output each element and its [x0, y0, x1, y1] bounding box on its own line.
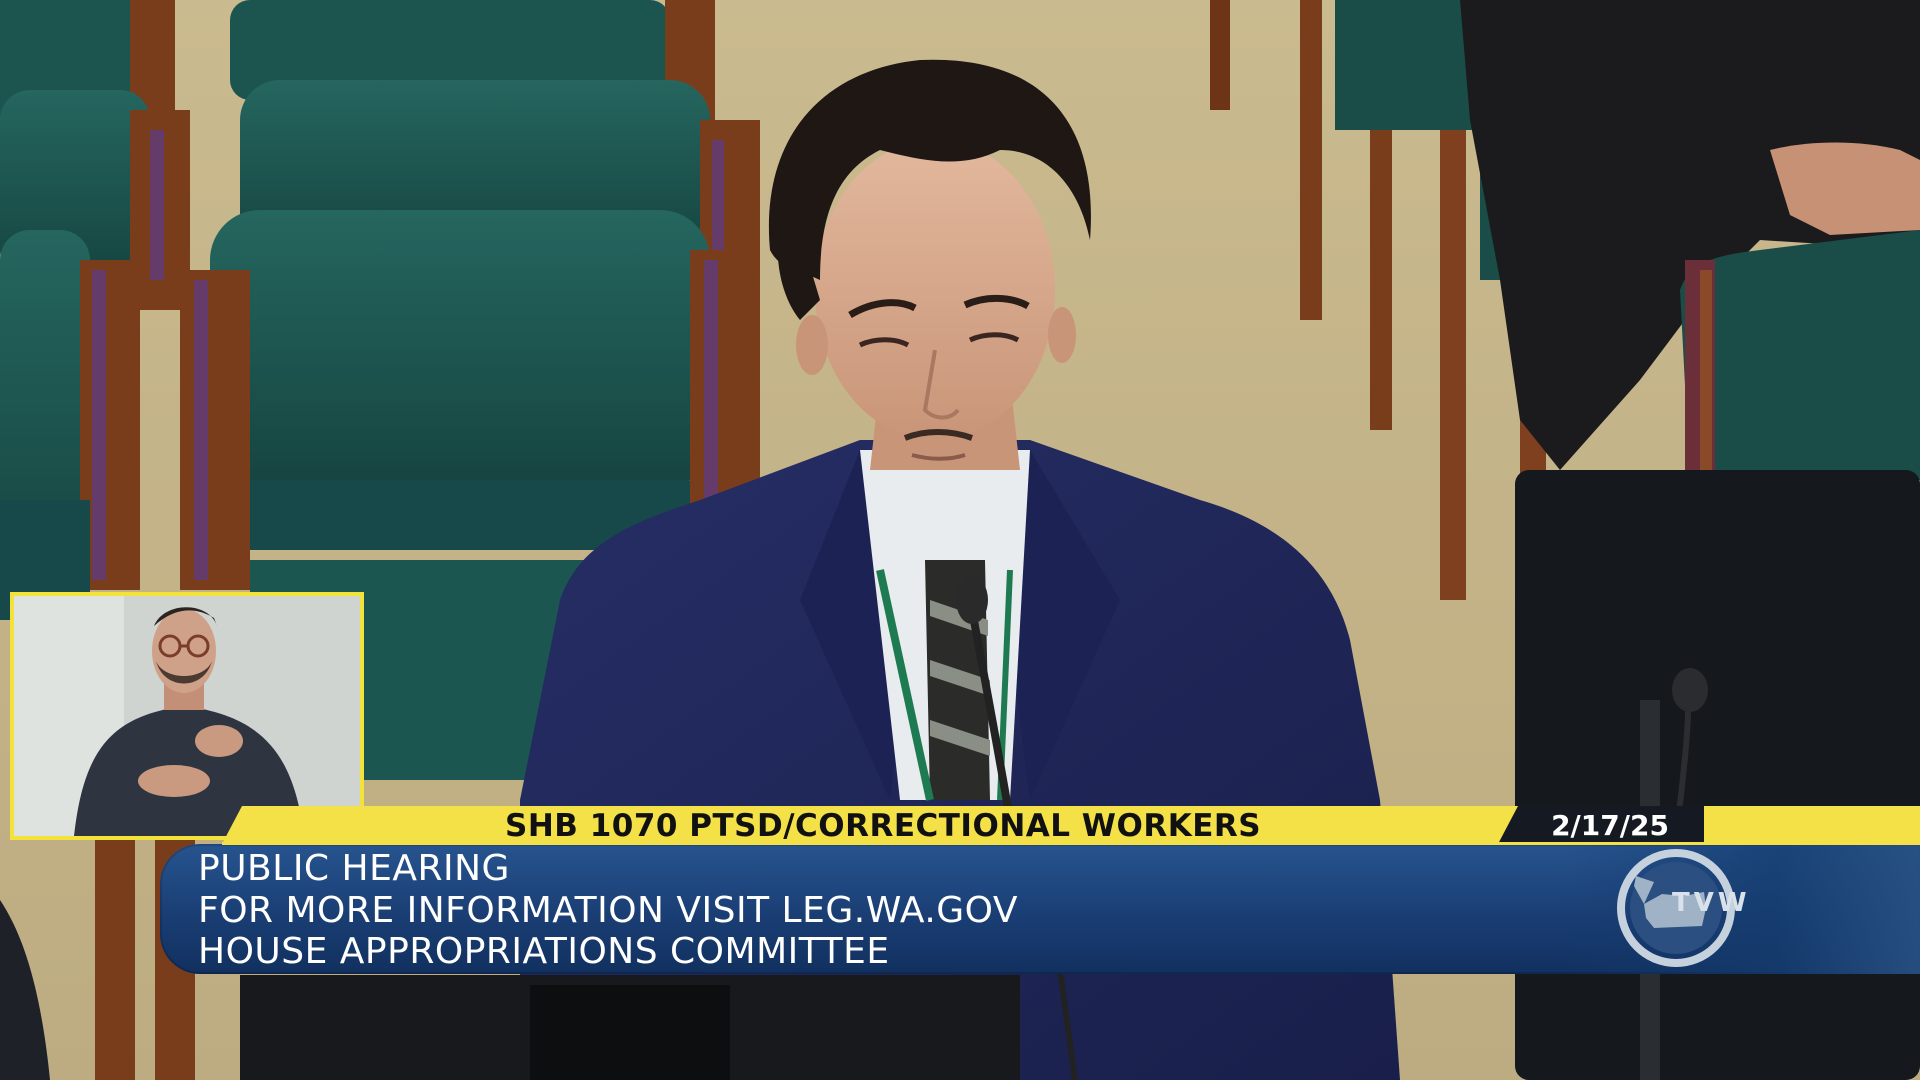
- video-frame: SHB 1070 PTSD/CORRECTIONAL WORKERS 2/17/…: [0, 0, 1920, 1080]
- title-bar-underline: [222, 842, 1920, 845]
- bill-title: SHB 1070 PTSD/CORRECTIONAL WORKERS: [505, 808, 1262, 844]
- info-line-website: FOR MORE INFORMATION VISIT LEG.WA.GOV: [198, 890, 1018, 931]
- hearing-date: 2/17/25: [1551, 809, 1669, 842]
- info-line-committee: HOUSE APPROPRIATIONS COMMITTEE: [198, 931, 890, 972]
- info-line-hearing-type: PUBLIC HEARING: [198, 848, 510, 889]
- tvw-logo-text: TVW: [1672, 888, 1751, 918]
- interpreter-video: [14, 596, 360, 836]
- sign-language-interpreter-inset: [10, 592, 364, 840]
